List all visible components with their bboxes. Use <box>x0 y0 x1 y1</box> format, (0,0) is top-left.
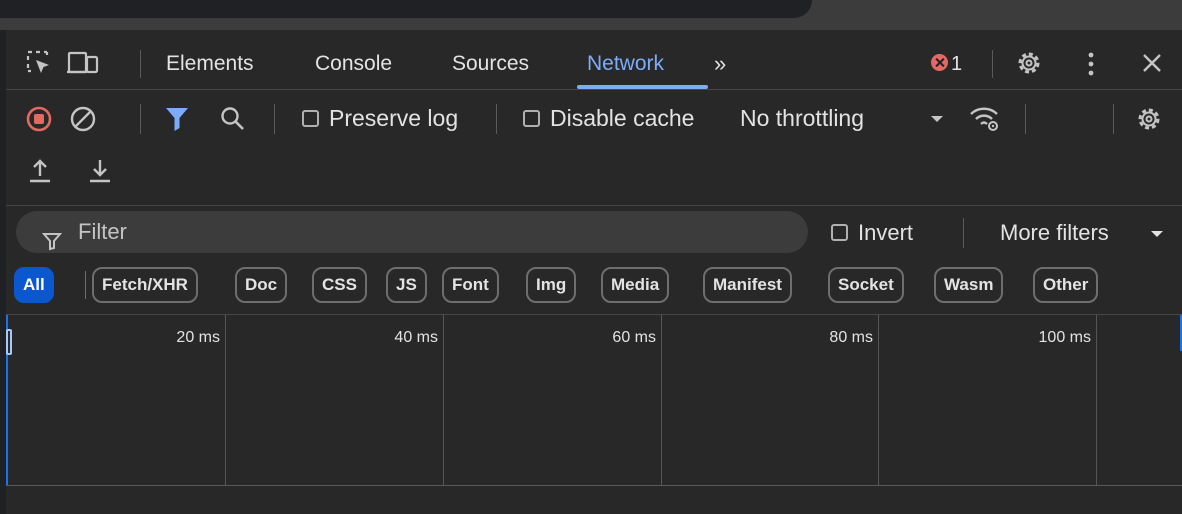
error-icon <box>931 54 948 71</box>
toolbar-divider <box>1113 104 1114 134</box>
timeline-gridline <box>661 315 662 485</box>
type-filter-manifest[interactable]: Manifest <box>703 267 792 303</box>
timeline-tick-label: 20 ms <box>176 329 220 346</box>
type-filter-media[interactable]: Media <box>601 267 670 303</box>
type-filter-font[interactable]: Font <box>442 267 499 303</box>
record-stop-icon[interactable] <box>24 104 54 139</box>
network-overview-timeline[interactable]: 20 ms 40 ms 60 ms 80 ms 100 ms <box>6 314 1182 486</box>
toolbar-divider <box>140 104 141 134</box>
tabbar-divider <box>992 50 993 78</box>
invert-checkbox[interactable]: Invert <box>831 218 913 248</box>
timeline-gridline <box>878 315 879 485</box>
type-filter-other[interactable]: Other <box>1033 267 1099 303</box>
preserve-log-checkbox[interactable]: Preserve log <box>302 103 458 133</box>
filter-input[interactable]: Filter <box>16 211 808 253</box>
chip-divider <box>85 271 86 299</box>
more-options-kebab-icon[interactable] <box>1086 50 1096 83</box>
timeline-tick-label: 60 ms <box>612 329 656 346</box>
active-tab-indicator <box>577 85 708 89</box>
requests-area <box>6 488 1182 514</box>
toolbar-divider <box>496 104 497 134</box>
window-tab-shape <box>0 0 812 18</box>
type-filter-socket[interactable]: Socket <box>828 267 904 303</box>
type-filter-doc[interactable]: Doc <box>235 267 288 303</box>
type-filter-img[interactable]: Img <box>526 267 577 303</box>
clear-icon[interactable] <box>68 104 98 139</box>
export-har-download-icon[interactable] <box>86 156 114 191</box>
tabbar-divider <box>140 50 141 78</box>
throttling-select[interactable]: No throttling <box>740 103 864 133</box>
inspect-element-icon[interactable] <box>24 48 54 83</box>
filter-funnel-icon <box>41 223 63 265</box>
error-count: 1 <box>951 53 963 75</box>
settings-gear-icon[interactable] <box>1014 48 1044 83</box>
filter-funnel-icon[interactable] <box>164 105 190 138</box>
preserve-log-label: Preserve log <box>329 105 459 131</box>
more-filters-label: More filters <box>1000 220 1109 245</box>
error-count-badge[interactable]: 1 <box>931 50 962 78</box>
type-filter-fetch-xhr[interactable]: Fetch/XHR <box>92 267 198 303</box>
type-filter-js[interactable]: JS <box>386 267 427 303</box>
tab-sources[interactable]: Sources <box>452 50 529 78</box>
throttling-value: No throttling <box>740 105 865 131</box>
timeline-tick-label: 80 ms <box>829 329 873 346</box>
checkbox-box <box>831 224 848 241</box>
window-top-strip <box>0 0 1182 30</box>
checkbox-box <box>302 110 319 127</box>
type-filter-css[interactable]: CSS <box>312 267 367 303</box>
more-tabs-button[interactable]: » <box>714 50 726 78</box>
device-toolbar-icon[interactable] <box>66 48 100 83</box>
timeline-range-handle[interactable] <box>6 329 12 355</box>
invert-label: Invert <box>858 220 914 245</box>
disable-cache-label: Disable cache <box>550 105 695 131</box>
checkbox-box <box>523 110 540 127</box>
toolbar-divider <box>1025 104 1026 134</box>
timeline-gridline <box>443 315 444 485</box>
search-icon[interactable] <box>218 104 248 139</box>
tab-network[interactable]: Network <box>587 50 664 78</box>
timeline-tick-label: 40 ms <box>394 329 438 346</box>
timeline-gridline <box>1096 315 1097 485</box>
close-devtools-icon[interactable] <box>1138 49 1166 82</box>
network-settings-gear-icon[interactable] <box>1134 104 1164 139</box>
devtools-tab-bar: Elements Console Sources Network » 1 <box>6 38 1182 90</box>
tab-elements[interactable]: Elements <box>166 50 254 78</box>
import-har-upload-icon[interactable] <box>26 156 54 191</box>
more-filters-caret-icon[interactable] <box>1151 231 1163 237</box>
filter-placeholder: Filter <box>78 219 127 244</box>
network-conditions-icon[interactable] <box>968 103 1002 138</box>
more-filters-dropdown[interactable]: More filters <box>1000 218 1109 248</box>
devtools-panel: Elements Console Sources Network » 1 Pre… <box>6 30 1182 488</box>
resource-type-filters: All Fetch/XHR Doc CSS JS Font Img Media … <box>6 264 1182 308</box>
throttling-dropdown-caret-icon[interactable] <box>931 116 943 122</box>
timeline-gridline <box>225 315 226 485</box>
type-filter-all[interactable]: All <box>14 267 54 303</box>
type-filter-wasm[interactable]: Wasm <box>934 267 1004 303</box>
tab-console[interactable]: Console <box>315 50 392 78</box>
filter-divider <box>963 218 964 248</box>
disable-cache-checkbox[interactable]: Disable cache <box>523 103 694 133</box>
timeline-tick-label: 100 ms <box>1038 329 1091 346</box>
network-toolbar: Preserve log Disable cache No throttling <box>6 90 1182 206</box>
toolbar-divider <box>274 104 275 134</box>
